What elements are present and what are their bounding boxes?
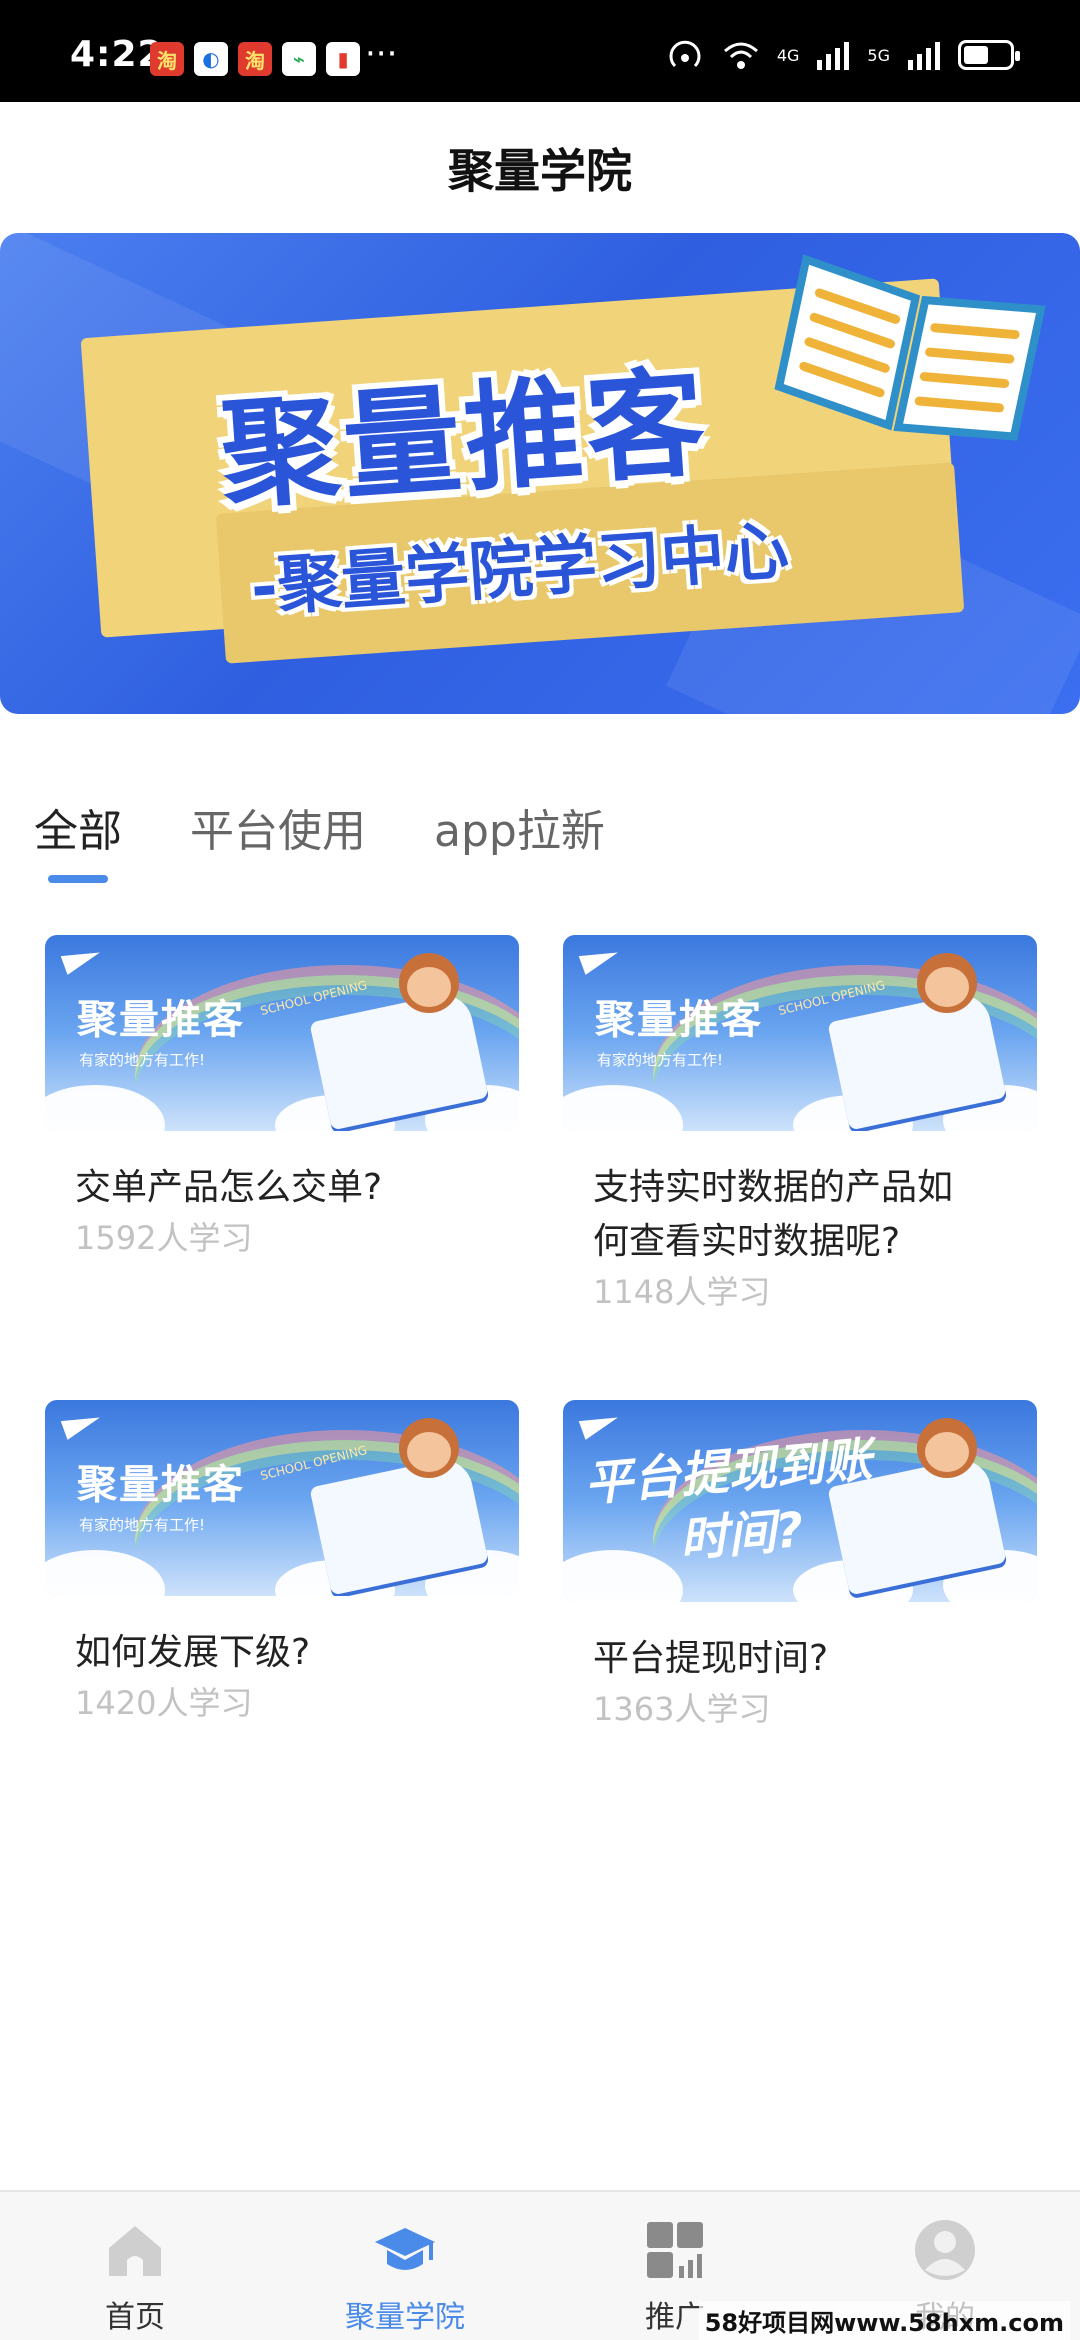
- nav-label: 聚量学院: [345, 2300, 465, 2335]
- course-learners: 1148人学习: [593, 1273, 771, 1311]
- taobao-app-icon: 淘: [150, 42, 184, 76]
- active-tab-indicator: [48, 875, 108, 883]
- paper-plane-icon: [578, 943, 622, 975]
- tab-label: 全部: [34, 806, 122, 857]
- thumbnail-title: 聚量推客: [77, 1462, 245, 1508]
- message-app-icon: ⌁: [282, 42, 316, 76]
- browser-app-icon: ◐: [194, 42, 228, 76]
- course-card[interactable]: 平台提现到账 时间? 平台提现时间? 1363人学习: [563, 1400, 1037, 1732]
- thumbnail-title: 聚量推客: [595, 997, 763, 1043]
- category-tabs: 全部 平台使用 app拉新: [34, 795, 673, 885]
- promote-grid-icon: [647, 2222, 703, 2278]
- watermark: 58好项目网www.58hxm.com: [698, 2301, 1070, 2340]
- graduation-cap-icon: [375, 2228, 435, 2270]
- taobao-app-icon: 淘: [238, 42, 272, 76]
- wifi-icon: [723, 42, 758, 69]
- course-thumbnail: 聚量推客 SCHOOL OPENING 有家的地方有工作!: [45, 1400, 519, 1596]
- page-title: 聚量学院: [448, 144, 632, 198]
- kid-illustration: [399, 1418, 459, 1478]
- thumbnail-title: 聚量推客: [77, 997, 245, 1043]
- nav-item-academy[interactable]: 聚量学院: [270, 2192, 540, 2340]
- thumbnail-subtitle: 有家的地方有工作!: [79, 1051, 206, 1069]
- tab-label: 平台使用: [190, 806, 366, 857]
- battery-icon: [958, 40, 1020, 70]
- status-indicators: 4G 5G: [665, 38, 1020, 72]
- status-bar: 4:22 淘 ◐ 淘 ⌁ ▮ ··· 4G 5G: [0, 0, 1080, 102]
- tab-app-promotion[interactable]: app拉新: [434, 795, 605, 885]
- battery-level: [964, 46, 988, 64]
- course-title: 平台提现时间?: [593, 1638, 829, 1679]
- kid-illustration: [399, 953, 459, 1013]
- nav-item-home[interactable]: 首页: [0, 2192, 270, 2340]
- kid-illustration: [917, 1418, 977, 1478]
- kid-illustration: [917, 953, 977, 1013]
- nav-label: 首页: [105, 2300, 165, 2335]
- paper-plane-icon: [578, 1408, 622, 1440]
- banner-title: 聚量推客: [216, 353, 713, 525]
- thumbnail-subtitle: 有家的地方有工作!: [597, 1051, 724, 1069]
- tab-label: app拉新: [434, 806, 605, 857]
- thumbnail-title: 平台提现到账 时间?: [582, 1428, 880, 1581]
- course-thumbnail: 平台提现到账 时间?: [563, 1400, 1037, 1602]
- course-learners: 1420人学习: [75, 1684, 253, 1722]
- course-learners: 1592人学习: [75, 1219, 253, 1257]
- tab-platform-usage[interactable]: 平台使用: [190, 795, 366, 885]
- course-title: 交单产品怎么交单?: [75, 1167, 383, 1208]
- home-icon: [109, 2226, 161, 2276]
- course-title: 支持实时数据的产品如何查看实时数据呢?: [593, 1167, 954, 1262]
- reader-app-icon: ▮: [326, 42, 360, 76]
- course-card[interactable]: 聚量推客 SCHOOL OPENING 有家的地方有工作! 交单产品怎么交单? …: [45, 935, 519, 1261]
- signal-icon: [817, 42, 850, 70]
- status-more-icon: ···: [365, 34, 398, 74]
- course-title: 如何发展下级?: [75, 1632, 311, 1673]
- status-app-badges: 淘 ◐ 淘 ⌁ ▮: [150, 42, 360, 76]
- tab-all[interactable]: 全部: [34, 795, 122, 885]
- course-card[interactable]: 聚量推客 SCHOOL OPENING 有家的地方有工作! 支持实时数据的产品如…: [563, 935, 1037, 1315]
- paper-plane-icon: [60, 943, 104, 975]
- course-learners: 1363人学习: [593, 1690, 771, 1728]
- course-thumbnail: 聚量推客 SCHOOL OPENING 有家的地方有工作!: [563, 935, 1037, 1131]
- hotspot-icon: [669, 40, 701, 68]
- course-thumbnail: 聚量推客 SCHOOL OPENING 有家的地方有工作!: [45, 935, 519, 1131]
- course-card[interactable]: 聚量推客 SCHOOL OPENING 有家的地方有工作! 如何发展下级? 14…: [45, 1400, 519, 1726]
- paper-plane-icon: [60, 1408, 104, 1440]
- thumbnail-subtitle: 有家的地方有工作!: [79, 1516, 206, 1534]
- profile-icon: [915, 2220, 975, 2280]
- network-5g-label: 5G: [867, 45, 890, 65]
- network-4g-label: 4G: [776, 45, 800, 65]
- signal-icon: [908, 42, 940, 70]
- banner[interactable]: 聚量推客 -聚量学院学习中心: [0, 233, 1080, 714]
